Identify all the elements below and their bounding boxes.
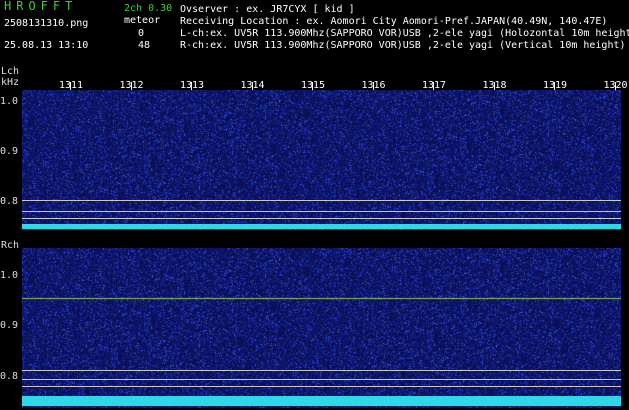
location-info: Receiving Location : ex. Aomori City Aom…: [180, 16, 608, 27]
rch-ref-line: [22, 386, 621, 387]
meteor-count-rch: 48: [138, 40, 151, 51]
time-tick: [614, 82, 616, 90]
time-tick: [312, 82, 313, 90]
time-tick: [70, 82, 71, 90]
lch-ytick-1.0: 1.0: [0, 96, 19, 107]
lch-ytick-0.9: 0.9: [0, 146, 19, 157]
rch-ytick-0.8: 0.8: [0, 371, 19, 382]
time-tick: [372, 82, 374, 90]
version-label: 2ch 0.30: [124, 3, 173, 14]
meteor-label: meteor: [124, 15, 161, 26]
rch-spectrogram: [22, 248, 621, 408]
datetime-label: 25.08.13 13:10: [4, 40, 89, 51]
observer-info: Ovserver : ex. JR7CYX [ kid ]: [180, 4, 355, 15]
lch-ref-line: [22, 211, 621, 212]
rch-baseline: [22, 396, 621, 406]
time-tick: [130, 82, 132, 90]
filename-label: 2508131310.png: [4, 18, 89, 29]
rch-label: Rch: [1, 240, 20, 251]
lch-info: L-ch:ex. UV5R 113.900Mhz(SAPPORO VOR)USB…: [180, 28, 629, 39]
time-tick: [191, 82, 192, 90]
rch-ref-line: [22, 379, 621, 380]
lch-ref-line: [22, 218, 621, 219]
meteor-count-lch: 0: [138, 28, 145, 39]
rch-info: R-ch:ex. UV5R 113.900Mhz(SAPPORO VOR)USB…: [180, 40, 626, 51]
time-tick: [554, 82, 555, 90]
time-tick: [433, 82, 434, 90]
rch-ref-line: [22, 370, 621, 371]
rch-ytick-0.9: 0.9: [0, 320, 19, 331]
rch-ytick-1.0: 1.0: [0, 270, 19, 281]
time-tick: [251, 82, 253, 90]
lch-ref-line: [22, 200, 621, 201]
lch-baseline: [22, 224, 621, 229]
khz-unit-label: kHz: [1, 77, 20, 88]
app-brand: HROFFT: [4, 0, 78, 13]
time-tick: [493, 82, 495, 90]
lch-label: Lch: [1, 66, 20, 77]
lch-spectrogram: [22, 90, 621, 230]
lch-ytick-0.8: 0.8: [0, 196, 19, 207]
